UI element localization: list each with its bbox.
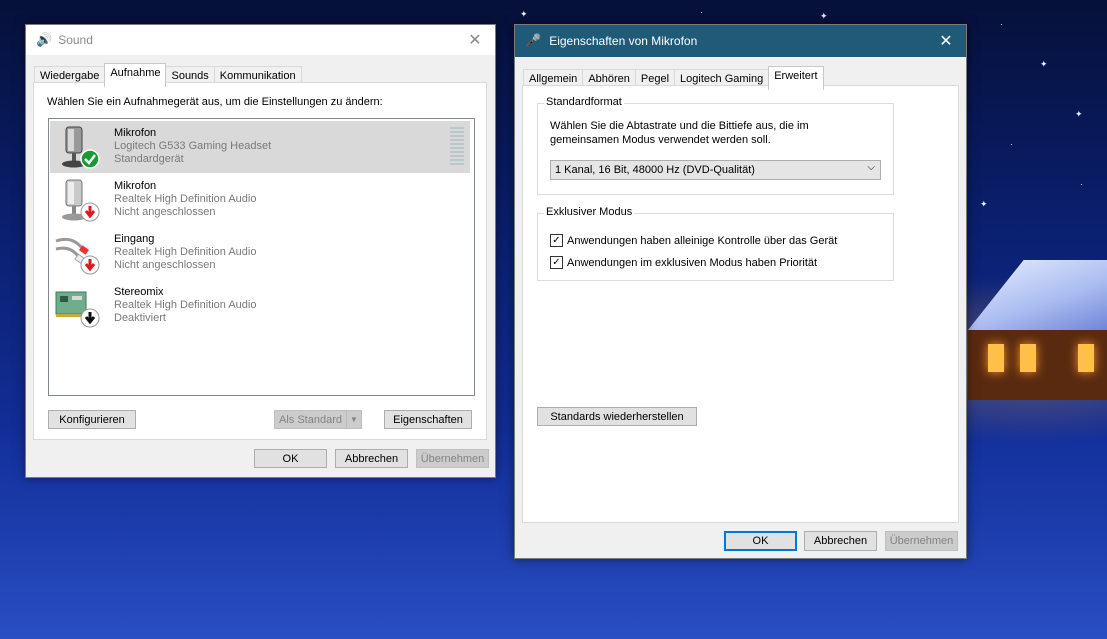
device-driver: Realtek High Definition Audio: [114, 299, 257, 311]
properties-button[interactable]: Eigenschaften: [384, 410, 472, 429]
tab-aufnahme[interactable]: Aufnahme: [104, 63, 167, 87]
device-status: Standardgerät: [114, 153, 184, 165]
exclusive-mode-legend: Exklusiver Modus: [544, 206, 635, 218]
star-icon: ·: [1000, 19, 1003, 29]
chevron-down-icon: ⌵: [867, 162, 875, 173]
device-status: Deaktiviert: [114, 312, 166, 324]
list-item[interactable]: Stereomix Realtek High Definition Audio …: [50, 280, 470, 332]
speaker-icon: 🔊: [36, 32, 53, 47]
erweitert-panel: Standardformat Wählen Sie die Abtastrate…: [522, 85, 959, 523]
format-select-value: 1 Kanal, 16 Bit, 48000 Hz (DVD-Qualität): [555, 164, 755, 176]
microphone-icon: [62, 179, 100, 222]
sound-titlebar[interactable]: 🔊 Sound ✕: [26, 25, 495, 55]
ok-button[interactable]: OK: [724, 531, 797, 551]
device-name: Stereomix: [114, 286, 164, 298]
star-icon: ·: [1010, 139, 1013, 149]
format-description-line-2: gemeinsamen Modus verwendet werden soll.: [550, 134, 771, 146]
device-name: Mikrofon: [114, 180, 157, 192]
standardformat-legend: Standardformat: [544, 96, 624, 108]
restore-defaults-button[interactable]: Standards wiederherstellen: [537, 407, 697, 426]
instruction-text: Wählen Sie ein Aufnahmegerät aus, um die…: [47, 96, 383, 108]
device-list[interactable]: Mikrofon Logitech G533 Gaming Headset St…: [48, 118, 475, 396]
apply-button[interactable]: Übernehmen: [885, 531, 958, 551]
set-default-label: Als Standard: [279, 413, 342, 426]
rca-cable-icon: [55, 237, 100, 275]
set-default-button[interactable]: Als Standard ▼: [274, 410, 362, 429]
mic-properties-dialog: 🎤 Eigenschaften von Mikrofon ✕ Allgemein…: [514, 24, 967, 559]
chevron-down-icon: ▼: [346, 411, 361, 428]
ok-button[interactable]: OK: [254, 449, 327, 468]
device-name: Eingang: [114, 233, 155, 245]
format-select[interactable]: 1 Kanal, 16 Bit, 48000 Hz (DVD-Qualität)…: [550, 160, 881, 180]
checkmark-icon: ✓: [550, 256, 563, 269]
star-icon: ✦: [520, 9, 528, 19]
star-icon: ·: [1080, 179, 1083, 189]
close-icon[interactable]: ✕: [926, 25, 966, 57]
aufnahme-panel: Wählen Sie ein Aufnahmegerät aus, um die…: [33, 82, 487, 440]
exclusive-priority-checkbox[interactable]: ✓ Anwendungen im exklusiven Modus haben …: [550, 256, 817, 269]
device-status: Nicht angeschlossen: [114, 259, 216, 271]
star-icon: ✦: [820, 11, 828, 21]
device-driver: Realtek High Definition Audio: [114, 246, 257, 258]
star-icon: ✦: [980, 199, 988, 209]
list-item[interactable]: Eingang Realtek High Definition Audio Ni…: [50, 227, 470, 279]
star-icon: ✦: [1040, 59, 1048, 69]
star-icon: ·: [700, 7, 703, 17]
microphone-icon: [62, 126, 100, 169]
checkmark-icon: ✓: [550, 234, 563, 247]
configure-button[interactable]: Konfigurieren: [48, 410, 136, 429]
list-item[interactable]: Mikrofon Logitech G533 Gaming Headset St…: [50, 121, 470, 173]
tab-erweitert[interactable]: Erweitert: [768, 66, 824, 90]
star-icon: ✦: [1075, 109, 1083, 119]
level-meter: [450, 127, 464, 167]
device-driver: Realtek High Definition Audio: [114, 193, 257, 205]
exclusive-mode-group: Exklusiver Modus ✓ Anwendungen haben all…: [537, 206, 894, 281]
device-driver: Logitech G533 Gaming Headset: [114, 140, 272, 152]
format-description-line-1: Wählen Sie die Abtastrate und die Bittie…: [550, 120, 809, 132]
device-name: Mikrofon: [114, 127, 157, 139]
sound-dialog: 🔊 Sound ✕ Wiedergabe Aufnahme Sounds Kom…: [25, 24, 496, 478]
close-icon[interactable]: ✕: [455, 25, 495, 55]
standardformat-group: Standardformat Wählen Sie die Abtastrate…: [537, 96, 894, 195]
apply-button[interactable]: Übernehmen: [416, 449, 489, 468]
exclusive-control-label: Anwendungen haben alleinige Kontrolle üb…: [567, 234, 838, 247]
microphone-icon: 🎤: [525, 33, 542, 48]
sound-card-icon: [55, 291, 100, 328]
snowy-house: [968, 260, 1107, 410]
cancel-button[interactable]: Abbrechen: [335, 449, 408, 468]
list-item[interactable]: Mikrofon Realtek High Definition Audio N…: [50, 174, 470, 226]
cancel-button[interactable]: Abbrechen: [804, 531, 877, 551]
exclusive-control-checkbox[interactable]: ✓ Anwendungen haben alleinige Kontrolle …: [550, 234, 837, 247]
exclusive-priority-label: Anwendungen im exklusiven Modus haben Pr…: [567, 256, 818, 269]
sound-title: Sound: [58, 33, 93, 47]
device-status: Nicht angeschlossen: [114, 206, 216, 218]
properties-title: Eigenschaften von Mikrofon: [549, 34, 698, 48]
properties-titlebar[interactable]: 🎤 Eigenschaften von Mikrofon ✕: [515, 25, 966, 57]
